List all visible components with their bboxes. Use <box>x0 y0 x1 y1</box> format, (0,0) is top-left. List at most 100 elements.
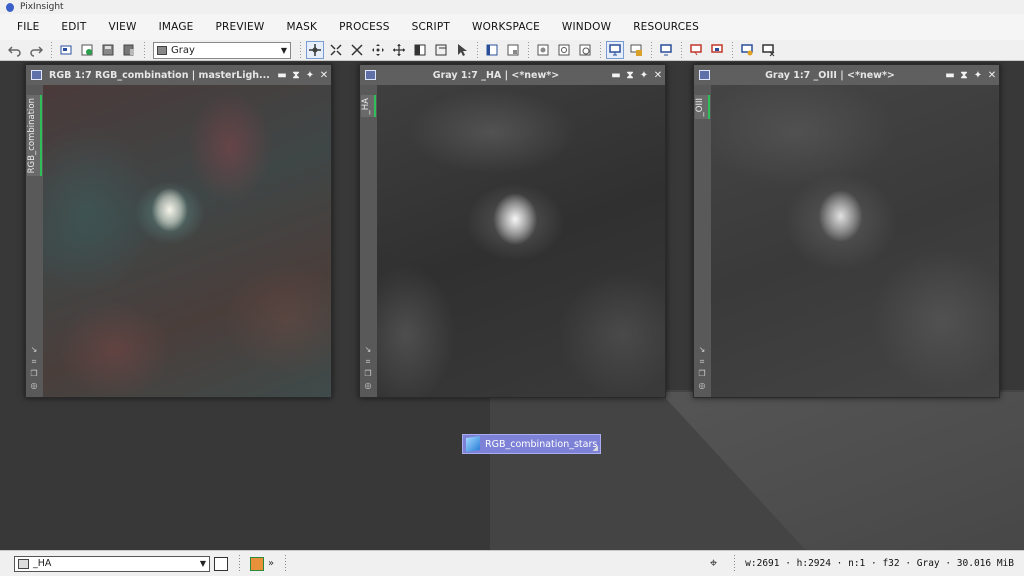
target-icon[interactable]: ◎ <box>363 381 373 391</box>
menu-view[interactable]: VIEW <box>97 21 147 33</box>
minimize-icon[interactable]: ▬ <box>275 70 289 81</box>
image-info-readout: w:2691 · h:2924 · n:1 · f32 · Gray · 30.… <box>745 558 1014 569</box>
redo-icon[interactable] <box>27 41 45 59</box>
clone-icon[interactable]: ❐ <box>29 369 39 379</box>
target-icon[interactable]: ◎ <box>29 381 39 391</box>
minimize-icon[interactable]: ▬ <box>943 70 957 81</box>
status-bar: _HA ▼ » ⌖ w:2691 · h:2924 · n:1 · f32 · … <box>0 550 1024 576</box>
zoom-to-fit-icon[interactable] <box>327 41 345 59</box>
window-menu-icon[interactable] <box>31 70 42 80</box>
new-image-icon[interactable] <box>57 41 75 59</box>
close-icon[interactable]: ✕ <box>985 70 999 81</box>
image-canvas-rgb[interactable] <box>43 85 331 397</box>
color-management-icon[interactable] <box>738 41 756 59</box>
show-mask-icon[interactable] <box>504 41 522 59</box>
toolbar-separator <box>597 42 603 58</box>
save-image-icon[interactable] <box>99 41 117 59</box>
save-as-icon[interactable] <box>120 41 138 59</box>
display-channel-select[interactable]: Gray ▼ <box>153 41 291 59</box>
view-id-tab[interactable]: _OIII <box>695 95 710 120</box>
menu-bar: FILE EDIT VIEW IMAGE PREVIEW MASK PROCES… <box>0 14 1024 40</box>
resize-icon[interactable]: ↘ <box>29 345 39 355</box>
menu-window[interactable]: WINDOW <box>551 21 622 33</box>
crop-icon[interactable]: ⌗ <box>29 357 39 367</box>
pixinsight-logo-icon <box>6 2 14 12</box>
screen-transfer-icon[interactable] <box>606 41 624 59</box>
view-id-tab[interactable]: _HA <box>361 95 376 118</box>
view-list-select[interactable]: _HA ▼ <box>14 555 210 572</box>
app-titlebar: PixInsight <box>0 0 1024 14</box>
display-channel-value: Gray <box>171 44 195 56</box>
fit-view-icon[interactable] <box>411 41 429 59</box>
auto-stretch-icon[interactable] <box>627 41 645 59</box>
menu-edit[interactable]: EDIT <box>50 21 97 33</box>
maximize-icon[interactable]: ✦ <box>971 70 985 81</box>
image-canvas-oiii[interactable] <box>711 85 999 397</box>
readout-mode-icon[interactable] <box>306 41 324 59</box>
display-channel-icon[interactable] <box>708 41 726 59</box>
open-image-icon[interactable] <box>78 41 96 59</box>
image-window-titlebar[interactable]: Gray 1:7 _HA | <*new*> ▬ ⧗ ✦ ✕ <box>360 65 665 85</box>
gamut-check-icon[interactable] <box>759 41 777 59</box>
more-tools-icon[interactable]: » <box>268 558 274 569</box>
menu-process[interactable]: PROCESS <box>328 21 401 33</box>
preview-edit-icon[interactable] <box>555 41 573 59</box>
image-window-oiii[interactable]: Gray 1:7 _OIII | <*new*> ▬ ⧗ ✦ ✕ _OIII ↘… <box>693 64 1000 398</box>
pan-mode-icon[interactable] <box>369 41 387 59</box>
window-menu-icon[interactable] <box>699 70 710 80</box>
image-window-titlebar[interactable]: Gray 1:7 _OIII | <*new*> ▬ ⧗ ✦ ✕ <box>694 65 999 85</box>
menu-script[interactable]: SCRIPT <box>401 21 461 33</box>
undo-icon[interactable] <box>6 41 24 59</box>
shade-icon[interactable]: ⧗ <box>957 70 971 81</box>
preview-delete-icon[interactable] <box>576 41 594 59</box>
iconized-image-window[interactable]: RGB_combination_stars ◢ <box>462 434 601 454</box>
reset-display-icon[interactable] <box>687 41 705 59</box>
toolbar-separator <box>141 42 147 58</box>
clone-icon[interactable]: ❐ <box>363 369 373 379</box>
crop-icon[interactable]: ⌗ <box>363 357 373 367</box>
mask-panel-icon[interactable] <box>483 41 501 59</box>
maximize-icon[interactable]: ✦ <box>637 70 651 81</box>
menu-mask[interactable]: MASK <box>275 21 328 33</box>
color-sampler-icon[interactable] <box>250 556 264 571</box>
minimize-icon[interactable]: ▬ <box>609 70 623 81</box>
toolbar-separator <box>474 42 480 58</box>
resize-icon[interactable]: ↘ <box>697 345 707 355</box>
readout-cursor-icon: ⌖ <box>709 556 718 571</box>
display-linked-icon[interactable] <box>657 41 675 59</box>
gray-swatch-icon <box>157 45 167 55</box>
crop-icon[interactable]: ⌗ <box>697 357 707 367</box>
shade-icon[interactable]: ⧗ <box>289 70 303 81</box>
menu-file[interactable]: FILE <box>6 21 50 33</box>
view-explorer-icon[interactable] <box>214 556 228 571</box>
view-id-tab[interactable]: RGB_combination <box>27 95 42 177</box>
zoom-in-icon[interactable] <box>348 41 366 59</box>
menu-image[interactable]: IMAGE <box>148 21 205 33</box>
resize-icon[interactable]: ↘ <box>363 345 373 355</box>
menu-preview[interactable]: PREVIEW <box>205 21 276 33</box>
cursor-icon[interactable] <box>453 41 471 59</box>
preview-new-icon[interactable] <box>534 41 552 59</box>
view-selector-strip: RGB_combination ↘ ⌗ ❐ ◎ <box>26 85 43 397</box>
maximize-icon[interactable]: ✦ <box>303 70 317 81</box>
edit-preview-icon[interactable] <box>432 41 450 59</box>
resize-corner-icon: ◢ <box>592 444 598 452</box>
close-icon[interactable]: ✕ <box>651 70 665 81</box>
target-icon[interactable]: ◎ <box>697 381 707 391</box>
image-window-ha[interactable]: Gray 1:7 _HA | <*new*> ▬ ⧗ ✦ ✕ _HA ↘ ⌗ ❐… <box>359 64 666 398</box>
center-view-icon[interactable] <box>390 41 408 59</box>
toolbar-grip <box>731 554 738 573</box>
view-selector-strip: _HA ↘ ⌗ ❐ ◎ <box>360 85 377 397</box>
image-canvas-ha[interactable] <box>377 85 665 397</box>
close-icon[interactable]: ✕ <box>317 70 331 81</box>
menu-resources[interactable]: RESOURCES <box>622 21 710 33</box>
workspace[interactable]: RGB 1:7 RGB_combination | masterLigh... … <box>0 62 1024 550</box>
clone-icon[interactable]: ❐ <box>697 369 707 379</box>
view-selector-strip: _OIII ↘ ⌗ ❐ ◎ <box>694 85 711 397</box>
window-menu-icon[interactable] <box>365 70 376 80</box>
image-window-titlebar[interactable]: RGB 1:7 RGB_combination | masterLigh... … <box>26 65 331 85</box>
image-window-rgb-combination[interactable]: RGB 1:7 RGB_combination | masterLigh... … <box>25 64 332 398</box>
view-id-label: _HA <box>361 98 371 115</box>
menu-workspace[interactable]: WORKSPACE <box>461 21 551 33</box>
shade-icon[interactable]: ⧗ <box>623 70 637 81</box>
